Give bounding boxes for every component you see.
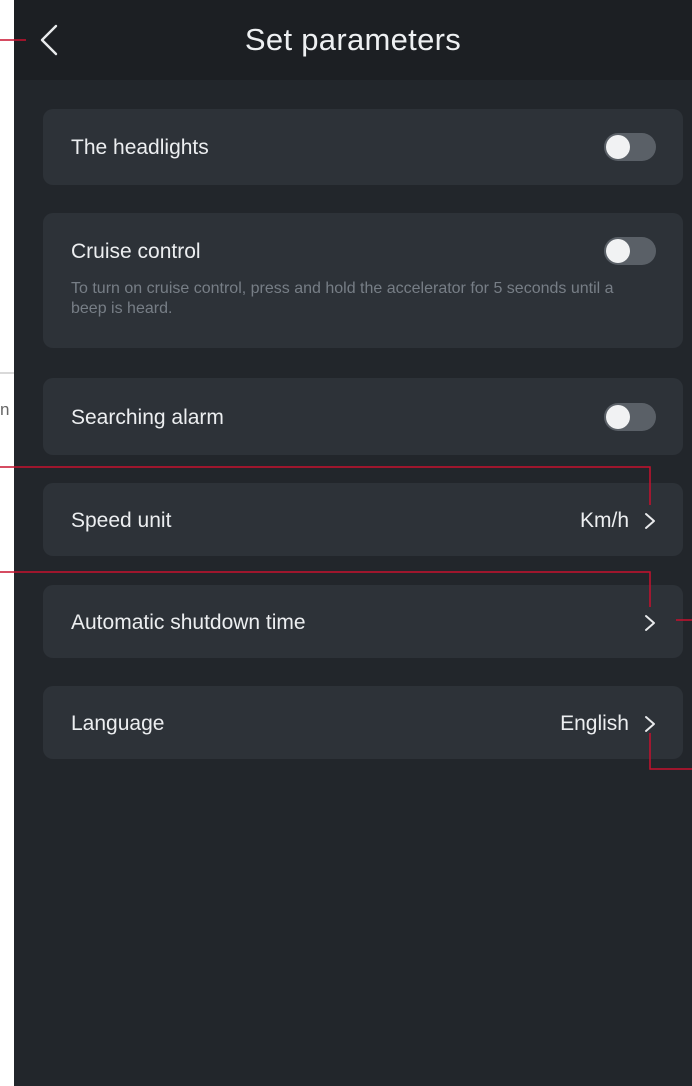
cruise-control-toggle[interactable]	[604, 237, 656, 265]
chevron-right-icon	[645, 615, 655, 631]
header-bar: Set parameters	[14, 0, 692, 80]
language-value: English	[560, 712, 629, 735]
headlights-label: The headlights	[71, 136, 209, 159]
auto-shutdown-label: Automatic shutdown time	[71, 611, 306, 634]
searching-alarm-label: Searching alarm	[71, 406, 224, 429]
cruise-control-row[interactable]: Cruise control To turn on cruise control…	[43, 213, 683, 348]
page-title: Set parameters	[244, 22, 462, 57]
auto-shutdown-row[interactable]: Automatic shutdown time	[43, 585, 683, 658]
speed-unit-label: Speed unit	[71, 509, 172, 532]
app-screen: Set parameters The headlights Cruise con…	[14, 0, 692, 1086]
chevron-right-icon	[645, 716, 655, 732]
cruise-control-description: To turn on cruise control, press and hol…	[71, 280, 614, 317]
toggle-knob	[606, 239, 630, 263]
toggle-knob	[606, 135, 630, 159]
language-label: Language	[71, 712, 165, 735]
language-row[interactable]: Language English	[43, 686, 683, 759]
headlights-row[interactable]: The headlights	[43, 109, 683, 185]
chevron-right-icon	[645, 513, 655, 529]
cruise-control-label: Cruise control	[71, 240, 201, 263]
searching-alarm-toggle[interactable]	[604, 403, 656, 431]
toggle-knob	[606, 405, 630, 429]
searching-alarm-row[interactable]: Searching alarm	[43, 378, 683, 455]
margin-glyph: n	[0, 400, 10, 419]
headlights-toggle[interactable]	[604, 133, 656, 161]
speed-unit-value: Km/h	[579, 509, 629, 532]
speed-unit-row[interactable]: Speed unit Km/h	[43, 483, 683, 556]
